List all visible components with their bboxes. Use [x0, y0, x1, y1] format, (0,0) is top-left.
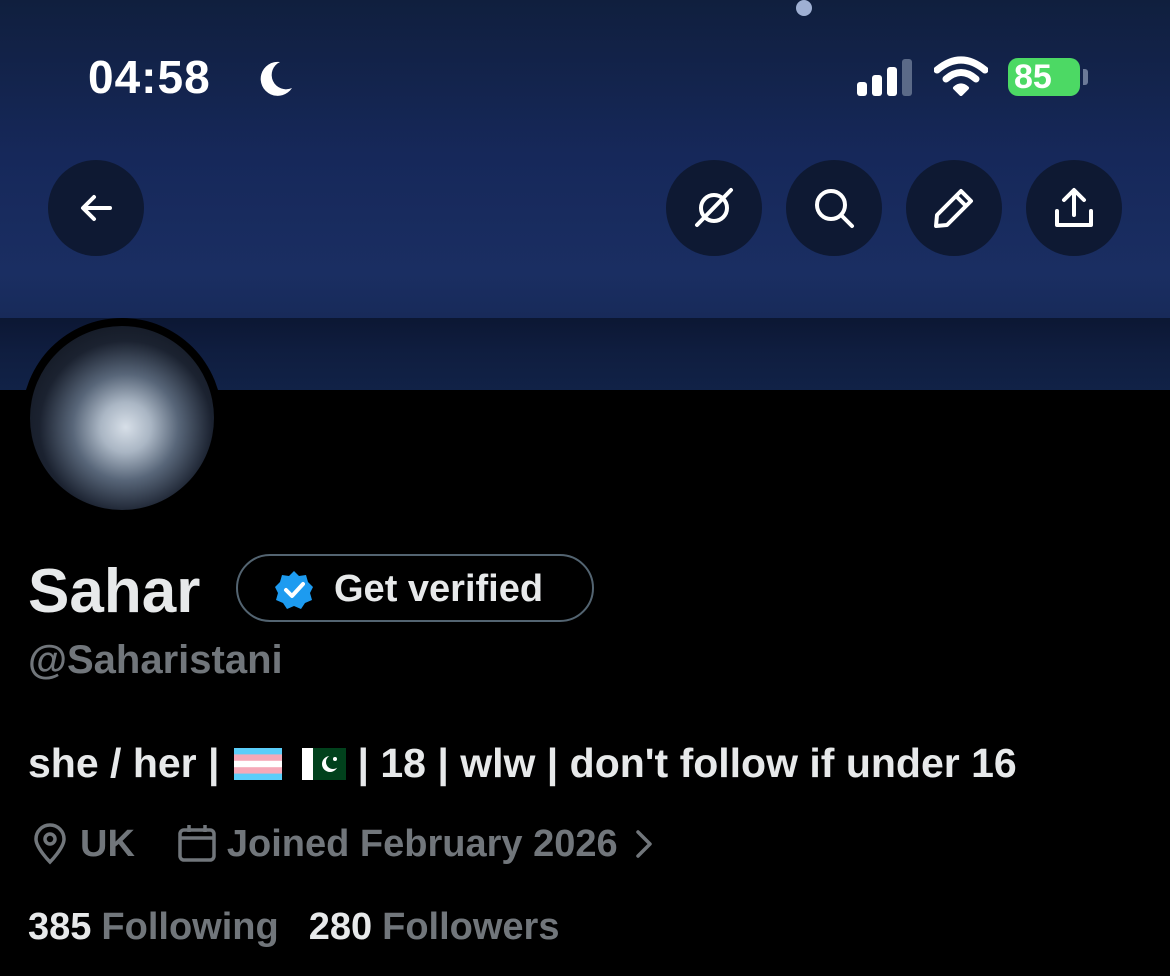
- back-arrow-icon: [81, 195, 112, 221]
- following-link[interactable]: Following: [101, 906, 278, 949]
- grok-button[interactable]: [666, 160, 762, 256]
- get-verified-button[interactable]: Get verified: [236, 554, 594, 622]
- get-verified-label: Get verified: [334, 568, 544, 610]
- status-bar: 04:58 85: [0, 0, 1170, 150]
- pencil-icon: [934, 189, 973, 228]
- profile-meta: UK Joined February 2026: [28, 822, 706, 866]
- bio-pronouns: she / her |: [28, 740, 220, 786]
- share-icon: [1055, 188, 1093, 227]
- bio-rest: | 18 | wlw | don't follow if under 16: [357, 740, 1017, 786]
- profile-bio: she / her | | 18 | wlw | don't follow if…: [28, 740, 1017, 787]
- cellular-signal-icon: [857, 59, 912, 96]
- grok-icon: [695, 188, 733, 227]
- search-icon: [815, 189, 854, 228]
- do-not-disturb-icon: [260, 61, 292, 96]
- joined-text: Joined February 2026: [226, 822, 618, 865]
- profile-avatar[interactable]: [22, 318, 222, 518]
- followers-link[interactable]: Followers: [382, 906, 559, 949]
- transgender-flag-icon: [233, 747, 282, 780]
- status-time: 04:58: [88, 51, 211, 103]
- battery-indicator: 85: [1008, 58, 1080, 96]
- battery-level: 85: [1014, 58, 1052, 96]
- location-text: UK: [80, 822, 135, 865]
- search-button[interactable]: [786, 160, 882, 256]
- battery-cap: [1083, 69, 1088, 85]
- location-item: UK: [28, 822, 135, 866]
- profile-name: Sahar: [28, 557, 201, 626]
- joined-item[interactable]: Joined February 2026: [175, 822, 666, 866]
- avatar-photo: [30, 326, 214, 510]
- back-button[interactable]: [48, 160, 144, 256]
- chevron-right-icon: [635, 830, 652, 858]
- profile-handle: @Saharistani: [28, 638, 283, 682]
- calendar-icon: [178, 825, 216, 862]
- share-button[interactable]: [1026, 160, 1122, 256]
- profile-stats: 385 Following 280 Followers: [28, 906, 589, 949]
- followers-count[interactable]: 280: [309, 906, 372, 949]
- location-pin-icon: [34, 823, 66, 865]
- edit-button[interactable]: [906, 160, 1002, 256]
- following-count[interactable]: 385: [28, 906, 91, 949]
- pakistan-flag-icon: [301, 747, 346, 780]
- verified-badge-icon: [275, 571, 313, 609]
- wifi-icon: [934, 56, 988, 96]
